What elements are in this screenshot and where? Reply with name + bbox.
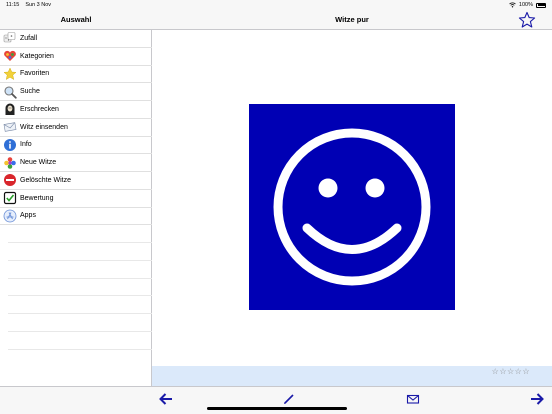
sidebar-item-label: Zufall	[20, 34, 38, 42]
heart-icon	[3, 49, 17, 63]
favorite-star-button[interactable]	[518, 11, 536, 29]
sidebar-item-favoriten[interactable]: Favoriten	[0, 66, 152, 84]
empty-row	[8, 314, 152, 332]
star-icon	[3, 67, 17, 81]
previous-button[interactable]	[158, 391, 174, 407]
dice-icon	[3, 31, 17, 45]
sidebar-item-bewertung[interactable]: Bewertung	[0, 190, 152, 208]
empty-row	[8, 279, 152, 297]
edit-button[interactable]	[281, 391, 297, 407]
empty-row	[8, 225, 152, 243]
no-entry-icon	[3, 173, 17, 187]
screen: Auswahl Zufall Kategorien Favoriten Such…	[0, 0, 552, 414]
page-title: Witze pur	[335, 15, 369, 24]
smiley-image	[249, 104, 455, 310]
sidebar-item-geloeschte-witze[interactable]: Gelöschte Witze	[0, 172, 152, 190]
main-pane: Witze pur ☆☆☆☆☆	[152, 0, 552, 414]
home-indicator[interactable]	[207, 407, 347, 410]
sidebar-title: Auswahl	[60, 15, 92, 24]
sidebar-item-label: Apps	[20, 212, 36, 220]
sidebar-footer	[0, 386, 152, 414]
sidebar-item-suche[interactable]: Suche	[0, 83, 152, 101]
search-icon	[3, 85, 17, 99]
empty-row	[8, 261, 152, 279]
star-outline-icon	[518, 11, 536, 28]
status-bar: 11:15 Sun 3 Nov 100%	[0, 0, 552, 10]
rating-stars[interactable]: ☆☆☆☆☆	[492, 367, 530, 376]
status-time: 11:15	[6, 2, 20, 8]
sidebar: Auswahl Zufall Kategorien Favoriten Such…	[0, 0, 152, 414]
sidebar-item-label: Suche	[20, 88, 40, 96]
sidebar-item-info[interactable]: Info	[0, 137, 152, 155]
info-icon	[3, 138, 17, 152]
ghost-icon	[3, 102, 17, 116]
arrow-right-icon	[531, 393, 544, 405]
empty-row	[8, 296, 152, 314]
sidebar-item-neue-witze[interactable]: Neue Witze	[0, 154, 152, 172]
battery-percent: 100%	[518, 2, 533, 8]
sidebar-item-apps[interactable]: Apps	[0, 208, 152, 226]
sidebar-item-erschrecken[interactable]: Erschrecken	[0, 101, 152, 119]
sidebar-item-label: Kategorien	[20, 52, 54, 60]
sidebar-menu: Zufall Kategorien Favoriten Suche Erschr…	[0, 30, 152, 350]
sidebar-item-kategorien[interactable]: Kategorien	[0, 48, 152, 66]
sidebar-item-label: Neue Witze	[20, 159, 57, 167]
empty-row	[8, 243, 152, 261]
email-button[interactable]	[405, 391, 421, 407]
status-date: Sun 3 Nov	[25, 2, 52, 8]
sidebar-item-label: Info	[20, 141, 32, 149]
app-store-icon	[3, 209, 17, 223]
rating-bar: ☆☆☆☆☆	[152, 366, 552, 386]
next-button[interactable]	[529, 391, 545, 407]
flower-icon	[3, 156, 17, 170]
checkmark-icon	[3, 191, 17, 205]
sidebar-item-label: Bewertung	[20, 194, 54, 202]
arrow-left-icon	[159, 393, 172, 405]
sidebar-item-label: Witz einsenden	[20, 123, 68, 131]
envelope-icon	[3, 120, 17, 134]
pencil-icon	[284, 394, 294, 404]
wifi-icon	[509, 2, 516, 8]
sidebar-item-label: Erschrecken	[20, 105, 59, 113]
sidebar-item-zufall[interactable]: Zufall	[0, 30, 152, 48]
battery-icon	[536, 2, 546, 8]
envelope-icon	[406, 394, 420, 404]
sidebar-item-label: Gelöschte Witze	[20, 176, 71, 184]
empty-row	[8, 332, 152, 350]
sidebar-item-witz-einsenden[interactable]: Witz einsenden	[0, 119, 152, 137]
sidebar-item-label: Favoriten	[20, 70, 50, 78]
joke-content	[152, 30, 552, 366]
